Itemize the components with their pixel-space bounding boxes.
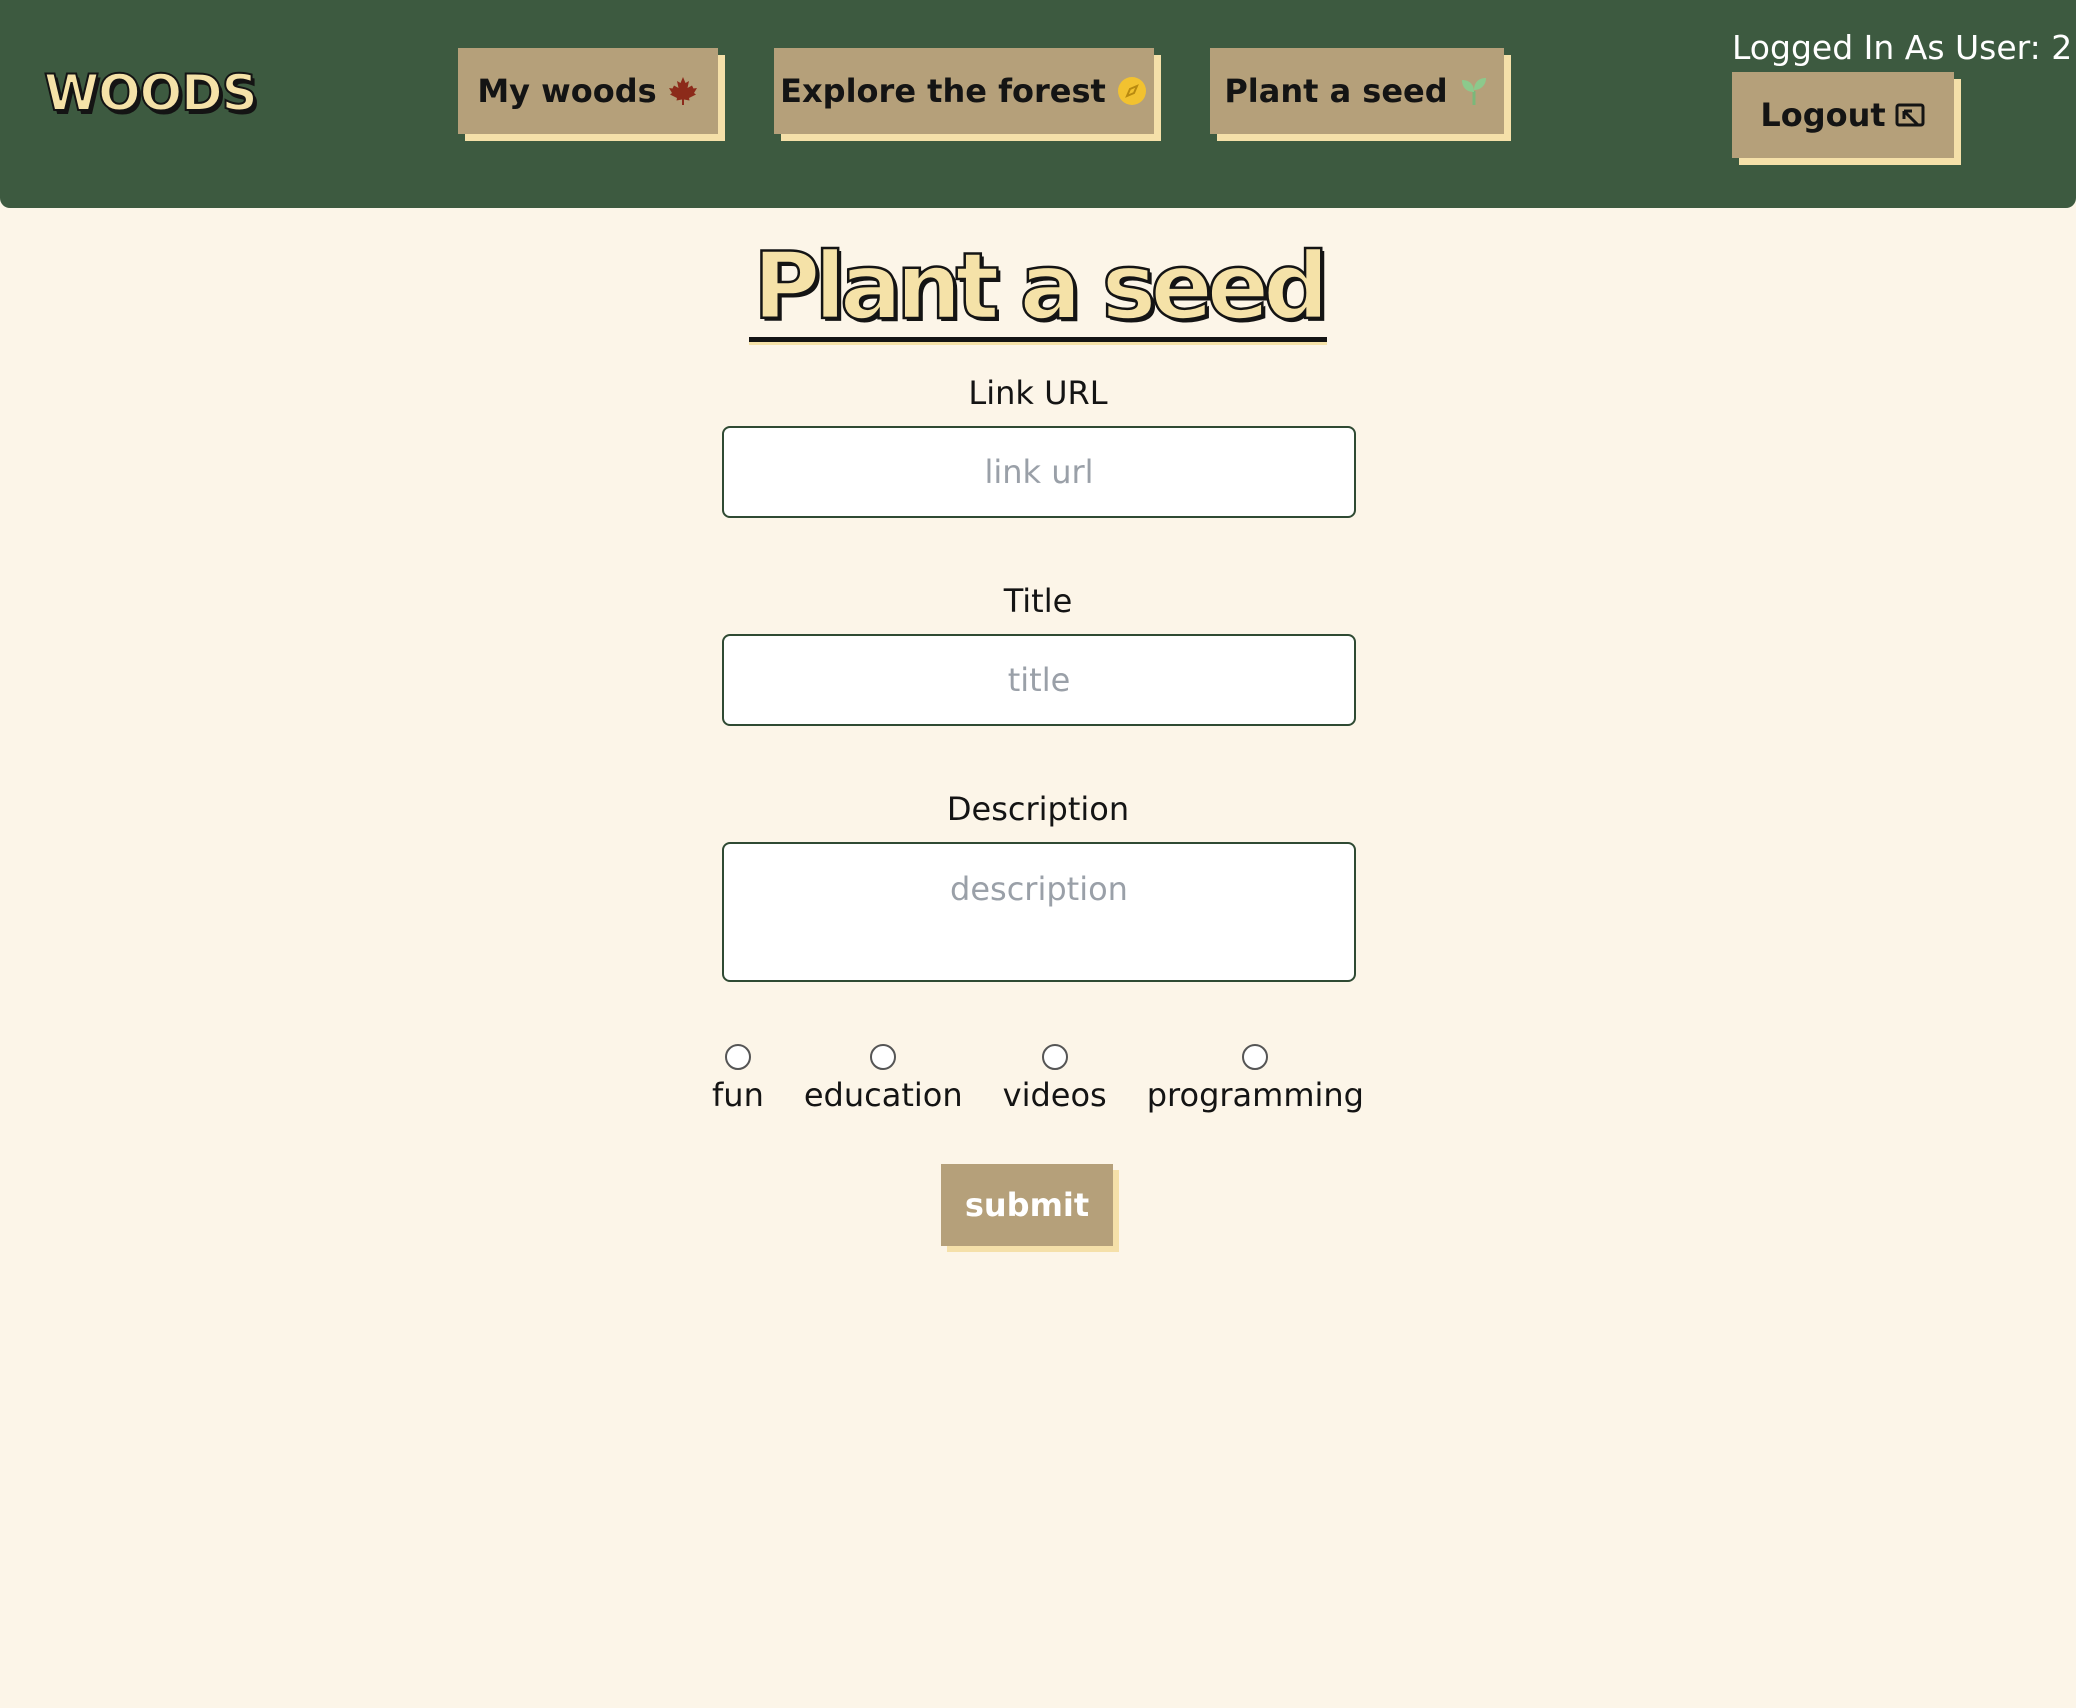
title-label: Title	[1003, 582, 1073, 620]
site-logo[interactable]: WOODS	[43, 63, 259, 123]
description-textarea[interactable]	[722, 842, 1356, 982]
category-option-education[interactable]: education	[804, 1044, 963, 1114]
logout-label: Logout	[1760, 96, 1886, 134]
submit-button[interactable]: submit	[941, 1164, 1113, 1246]
compass-icon	[1116, 75, 1148, 107]
title-input[interactable]	[722, 634, 1356, 726]
category-option-programming[interactable]: programming	[1147, 1044, 1364, 1114]
radio-button[interactable]	[870, 1044, 897, 1070]
nav-my-woods-button[interactable]: My woods	[458, 48, 718, 134]
radio-button[interactable]	[1242, 1044, 1269, 1070]
radio-button[interactable]	[1041, 1044, 1068, 1070]
category-radio-group: fun education videos programming	[0, 1044, 2076, 1114]
link-url-input[interactable]	[722, 426, 1356, 518]
nav-my-woods-label: My woods	[477, 72, 657, 110]
top-navbar: WOODS My woods Explore the forest Plant …	[0, 0, 2076, 208]
login-status-text: Logged In As User: 2	[1732, 28, 2073, 67]
seedling-icon	[1458, 75, 1490, 107]
page-title: Plant a seed	[0, 235, 2076, 343]
category-option-fun[interactable]: fun	[712, 1044, 764, 1114]
nav-explore-button[interactable]: Explore the forest	[774, 48, 1154, 134]
logout-button[interactable]: Logout	[1732, 72, 1954, 158]
category-label-fun: fun	[712, 1076, 764, 1114]
nav-plant-seed-button[interactable]: Plant a seed	[1210, 48, 1504, 134]
description-label: Description	[946, 790, 1130, 828]
category-label-videos: videos	[1002, 1076, 1107, 1114]
radio-button[interactable]	[724, 1044, 751, 1070]
category-option-videos[interactable]: videos	[1003, 1044, 1107, 1114]
page-title-text: Plant a seed	[748, 235, 1330, 343]
nav-plant-seed-label: Plant a seed	[1224, 72, 1448, 110]
logout-icon	[1894, 99, 1926, 131]
nav-explore-label: Explore the forest	[780, 72, 1106, 110]
category-label-education: education	[803, 1076, 963, 1114]
maple-leaf-icon	[667, 75, 699, 107]
category-label-programming: programming	[1146, 1076, 1364, 1114]
link-url-label: Link URL	[968, 374, 1108, 412]
